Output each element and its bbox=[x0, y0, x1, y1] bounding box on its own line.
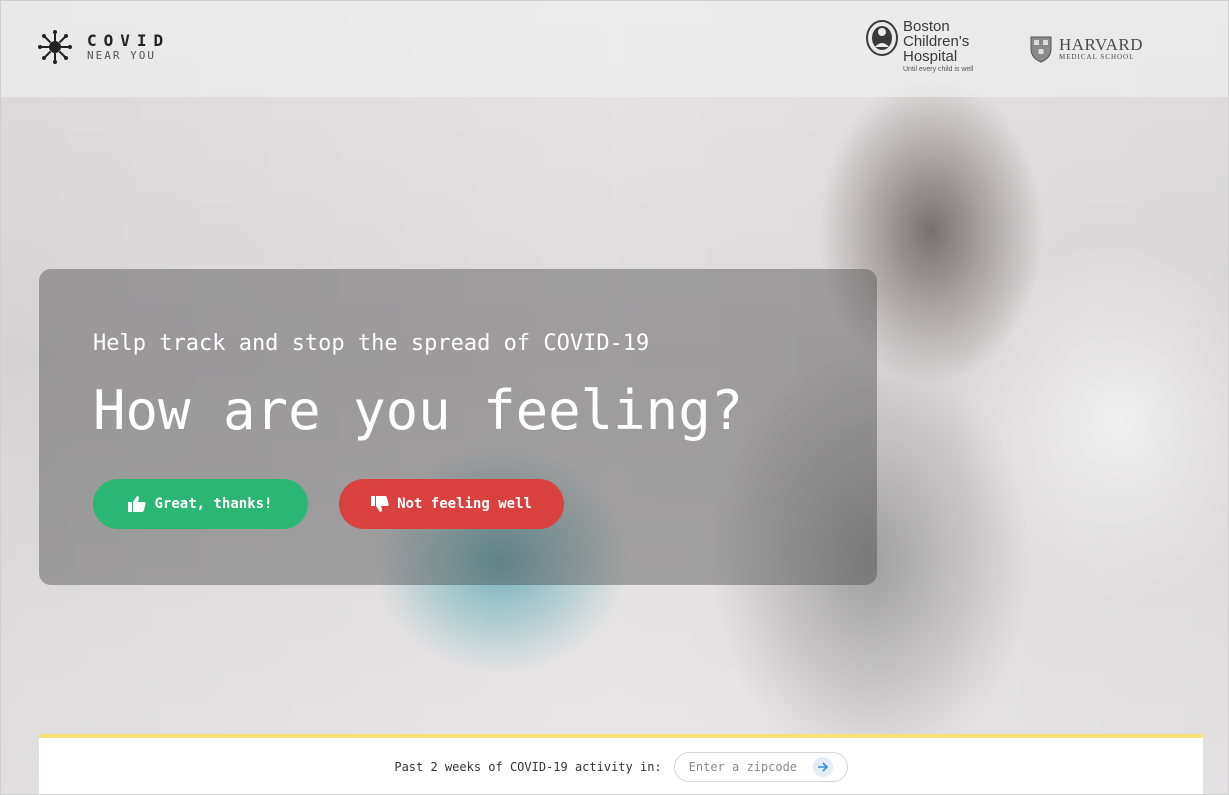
hero-headline: How are you feeling? bbox=[93, 379, 744, 442]
bch-name-line-1: Boston bbox=[903, 18, 950, 35]
thumbs-up-icon bbox=[128, 496, 147, 512]
zipcode-search-row: Past 2 weeks of COVID-19 activity in: bbox=[39, 738, 1203, 794]
harvard-title: HARVARD bbox=[1059, 35, 1144, 55]
harvard-subtitle: MEDICAL SCHOOL bbox=[1059, 53, 1135, 62]
thumbs-down-icon bbox=[371, 496, 389, 512]
arrow-right-icon bbox=[817, 762, 828, 772]
virus-molecule-icon bbox=[38, 30, 72, 64]
bch-crest-icon bbox=[866, 20, 898, 56]
zipcode-submit-button[interactable] bbox=[812, 757, 833, 777]
logo-subtitle: NEAR YOU bbox=[87, 48, 156, 62]
feeling-great-label: Great, thanks! bbox=[154, 496, 273, 512]
partner-logo-harvard-medical[interactable]: HARVARD MEDICAL SCHOOL bbox=[1029, 35, 1143, 63]
logo-title: COVID bbox=[87, 31, 171, 51]
zipcode-field[interactable] bbox=[673, 752, 848, 782]
bch-name-line-2: Children's bbox=[903, 33, 970, 50]
feeling-great-button[interactable]: Great, thanks! bbox=[93, 479, 308, 529]
harvard-shield-icon bbox=[1030, 36, 1052, 63]
bch-name-line-3: Hospital bbox=[903, 48, 958, 65]
logo-wordmark: COVID NEAR YOU bbox=[87, 32, 170, 62]
bch-tagline: Until every child is well bbox=[903, 66, 974, 73]
not-feeling-well-label: Not feeling well bbox=[397, 496, 532, 512]
zipcode-input[interactable] bbox=[686, 759, 809, 775]
activity-panel: Past 2 weeks of COVID-19 activity in: bbox=[39, 734, 1203, 794]
partner-logo-boston-childrens[interactable]: Boston Children's Hospital Until every c… bbox=[865, 19, 973, 73]
site-header: COVID NEAR YOU Boston Children's Hospita… bbox=[1, 1, 1228, 97]
bch-wordmark: Boston Children's Hospital Until every c… bbox=[903, 19, 973, 73]
feeling-prompt-card: Help track and stop the spread of COVID-… bbox=[39, 269, 877, 585]
not-feeling-well-button[interactable]: Not feeling well bbox=[339, 479, 564, 529]
activity-label: Past 2 weeks of COVID-19 activity in: bbox=[394, 760, 662, 774]
harvard-wordmark: HARVARD MEDICAL SCHOOL bbox=[1059, 36, 1143, 61]
hero-tagline: Help track and stop the spread of COVID-… bbox=[93, 331, 650, 356]
site-logo[interactable]: COVID NEAR YOU bbox=[37, 29, 170, 65]
page: COVID NEAR YOU Boston Children's Hospita… bbox=[0, 0, 1229, 795]
